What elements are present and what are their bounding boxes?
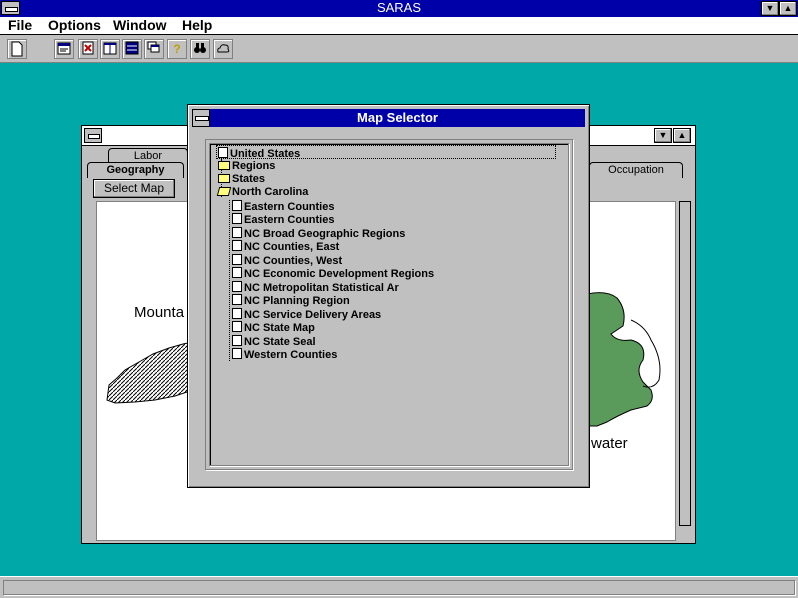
child-minimize-button[interactable]: ▼ [654,128,672,143]
cloud-icon[interactable] [213,39,233,59]
document-icon [232,254,242,265]
map-tree[interactable]: United States Regions States North Carol… [209,143,569,466]
cascade-icon[interactable] [144,39,164,59]
tree-item-root[interactable]: United States [218,147,300,160]
help-icon[interactable]: ? [167,39,187,59]
new-document-icon[interactable] [7,39,27,59]
list-icon[interactable] [122,39,142,59]
document-icon [232,213,242,224]
menu-window[interactable]: Window [113,17,167,34]
child-maximize-button[interactable]: ▲ [673,128,691,143]
status-panel [3,580,795,595]
menu-options[interactable]: Options [48,17,101,34]
document-icon [232,240,242,251]
document-icon [232,267,242,278]
document-icon [232,294,242,305]
tree-line [229,200,230,361]
tree-folder-regions[interactable]: Regions [218,160,275,173]
system-menu-button[interactable] [1,1,20,15]
document-icon [232,321,242,332]
vertical-scrollbar[interactable] [679,201,691,526]
tree-folder-north-carolina[interactable]: North Carolina [216,186,308,199]
tree-item[interactable]: NC Service Delivery Areas [232,308,381,321]
document-icon [232,335,242,346]
document-icon [232,200,242,211]
document-icon [232,281,242,292]
tree-item[interactable]: NC Counties, East [232,240,339,253]
tree-item[interactable]: Western Counties [232,348,337,361]
menu-help[interactable]: Help [182,17,212,34]
menu-file[interactable]: File [8,17,32,34]
tree-item[interactable]: NC State Map [232,321,315,334]
map-label-water: water [591,435,628,452]
properties-icon[interactable] [54,39,74,59]
columns-icon[interactable] [100,39,120,59]
find-icon[interactable] [190,39,210,59]
dialog-title: Map Selector [210,109,585,127]
map-shape-west [106,341,194,404]
dialog-system-menu-button[interactable] [192,109,210,127]
tree-folder-states[interactable]: States [218,173,265,186]
document-icon [232,308,242,319]
tree-item[interactable]: Eastern Counties [232,213,334,226]
app-title-bar: SARAS ▼ ▲ [0,0,798,17]
map-selector-dialog: Map Selector United States Regions State… [187,104,590,488]
child-system-menu-button[interactable] [84,128,102,143]
tree-item[interactable]: NC Broad Geographic Regions [232,227,405,240]
tab-geography[interactable]: Geography [87,162,184,178]
folder-icon [218,161,230,170]
tree-item[interactable]: NC Economic Development Regions [232,267,434,280]
menu-bar: File Options Window Help [0,17,798,35]
maximize-button[interactable]: ▲ [779,1,797,16]
tree-item[interactable]: NC State Seal [232,335,316,348]
minimize-button[interactable]: ▼ [761,1,779,16]
map-shape-east [587,292,661,427]
folder-icon [218,174,230,183]
toolbar: ? [0,35,798,63]
status-bar [0,576,798,598]
document-icon [218,147,228,158]
document-icon [232,348,242,359]
select-map-button[interactable]: Select Map [93,179,175,198]
tree-item[interactable]: NC Counties, West [232,254,342,267]
report-icon[interactable] [78,39,98,59]
map-label-mountains: Mounta [134,304,185,321]
document-icon [232,227,242,238]
open-folder-icon [216,187,232,196]
app-title: SARAS [376,0,422,15]
tab-occupation[interactable]: Occupation [589,162,683,178]
tree-item[interactable]: NC Metropolitan Statistical Ar [232,281,399,294]
tree-item[interactable]: Eastern Counties [232,200,334,213]
tree-item[interactable]: NC Planning Region [232,294,350,307]
